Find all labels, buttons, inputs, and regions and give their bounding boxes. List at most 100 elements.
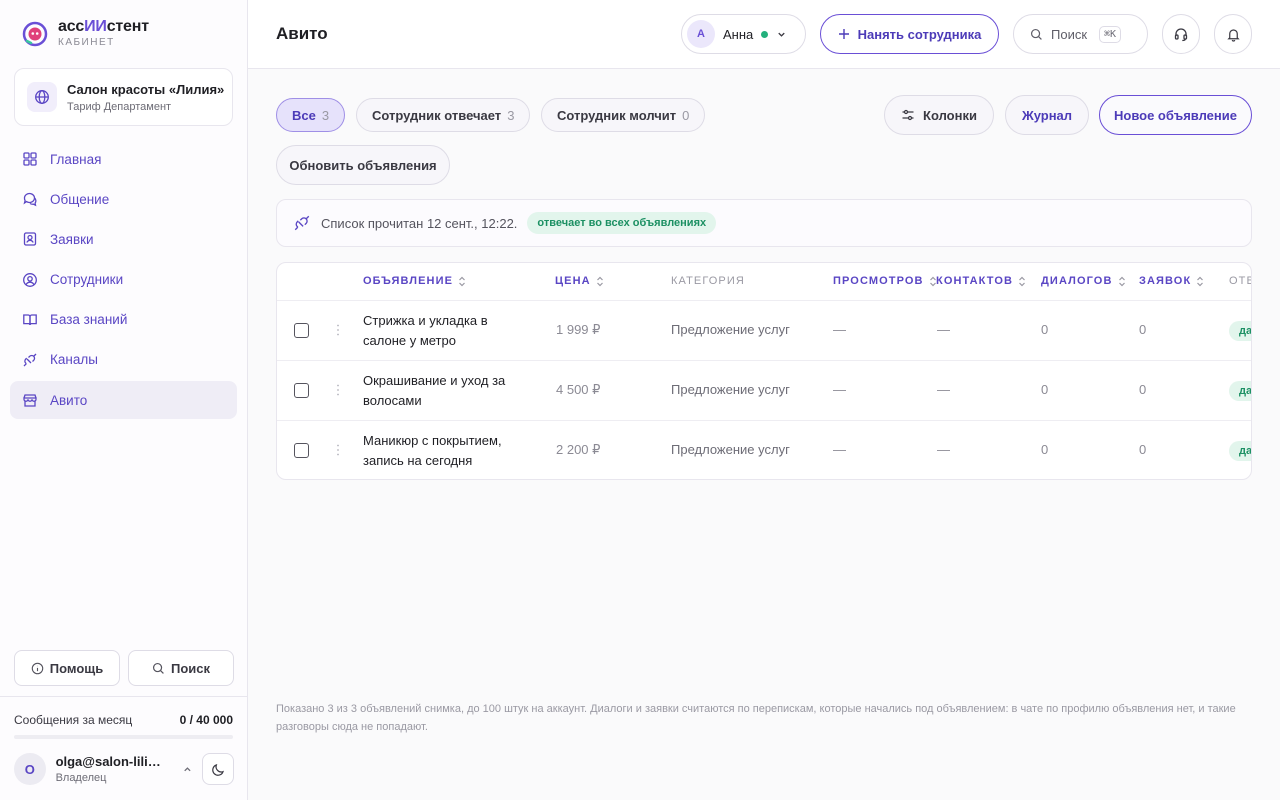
ad-category: Предложение услуг (671, 442, 790, 457)
table-row[interactable]: Стрижка и укладка в салоне у метро 1 999… (277, 301, 1251, 361)
ad-price: 1 999 ₽ (556, 322, 601, 337)
sidebar-item-label: База знаний (50, 312, 128, 328)
chevron-down-icon (778, 32, 785, 37)
table-header: ОБЪЯВЛЕНИЕ ЦЕНА КАТЕГОРИЯ ПРОСМОТРОВ КОН… (277, 263, 1251, 301)
quota-label: Сообщения за месяц (14, 713, 133, 727)
filter-all[interactable]: Все 3 (276, 98, 346, 132)
ad-dialogs: 0 (1041, 322, 1049, 337)
column-contacts-header[interactable]: КОНТАКТОВ (936, 275, 1026, 287)
reply-badge: да (1229, 441, 1251, 461)
sort-icon (459, 276, 465, 286)
requests-icon (23, 232, 37, 247)
row-checkbox[interactable] (294, 443, 309, 458)
support-button[interactable] (1162, 14, 1200, 54)
row-checkbox[interactable] (294, 323, 309, 338)
sidebar-item-chat[interactable]: Общение (10, 180, 237, 218)
sidebar-item-label: Общение (50, 191, 110, 207)
ad-dialogs: 0 (1041, 442, 1049, 457)
sidebar-item-avito[interactable]: Авито (10, 381, 237, 420)
journal-button[interactable]: Журнал (1005, 95, 1089, 135)
brand[interactable]: ассИИстент КАБИНЕТ (22, 18, 149, 49)
sidebar-search-button[interactable]: Поиск (128, 650, 234, 686)
info-icon (31, 662, 44, 674)
columns-button[interactable]: Колонки (884, 95, 994, 135)
new-ad-button[interactable]: Новое объявление (1099, 95, 1252, 135)
quota-value: 0 / 40 000 (179, 713, 233, 727)
drag-handle-icon[interactable] (336, 383, 340, 397)
column-dialogs-header[interactable]: ДИАЛОГОВ (1041, 275, 1126, 287)
ad-contacts: — (937, 382, 950, 397)
employee-avatar: А (687, 20, 715, 48)
drag-handle-icon[interactable] (336, 443, 340, 457)
sync-status-text: Список прочитан 12 сент., 12:22. (321, 215, 518, 231)
online-status-dot (761, 30, 769, 38)
column-title-header[interactable]: ОБЪЯВЛЕНИЕ (363, 275, 466, 287)
ad-title[interactable]: Маникюр с покрытием, запись на сегодня (363, 431, 523, 471)
sort-icon (1197, 276, 1204, 286)
theme-toggle-button[interactable] (202, 753, 234, 785)
filter-employee-silent[interactable]: Сотрудник молчит 0 (541, 98, 706, 132)
sidebar-item-label: Каналы (50, 352, 98, 368)
message-quota: Сообщения за месяц 0 / 40 000 (0, 696, 247, 739)
sort-icon (1118, 276, 1125, 286)
ad-dialogs: 0 (1041, 382, 1049, 397)
search-icon (152, 662, 164, 674)
book-icon (23, 314, 37, 325)
column-reply-header: ОТВЕЧАЕТ (1229, 275, 1251, 287)
sidebar-item-requests[interactable]: Заявки (10, 220, 237, 258)
table-footnote: Показано 3 из 3 объявлений снимка, до 10… (276, 703, 1236, 733)
ad-requests: 0 (1139, 322, 1147, 337)
column-views-header[interactable]: ПРОСМОТРОВ (833, 275, 937, 287)
refresh-ads-button[interactable]: Обновить объявления (276, 145, 450, 185)
bell-icon (1226, 28, 1240, 42)
table-row[interactable]: Окрашивание и уход за волосами 4 500 ₽ П… (277, 361, 1251, 421)
status-badge: отвечает во всех объявлениях (527, 212, 717, 234)
search-icon (1030, 28, 1042, 40)
column-price-header[interactable]: ЦЕНА (555, 275, 604, 287)
column-requests-header[interactable]: ЗАЯВОК (1139, 275, 1204, 287)
sidebar-item-label: Главная (50, 151, 102, 167)
ad-views: — (833, 442, 846, 457)
employee-selector[interactable]: А Анна (681, 14, 806, 54)
hire-employee-button[interactable]: Нанять сотрудника (820, 14, 999, 54)
ad-contacts: — (937, 442, 950, 457)
row-checkbox[interactable] (294, 383, 309, 398)
org-switcher[interactable]: Салон красоты «Лилия» Тариф Департамент (14, 68, 233, 126)
ad-title[interactable]: Стрижка и укладка в салоне у метро (363, 311, 523, 351)
ad-price: 2 200 ₽ (556, 442, 601, 457)
globe-icon (27, 82, 57, 112)
reply-badge: да (1229, 381, 1251, 401)
brand-subtitle: КАБИНЕТ (58, 37, 115, 48)
sidebar-nav: Главная Общение Заявки Сотрудники База з… (10, 140, 237, 421)
drag-handle-icon[interactable] (336, 323, 340, 337)
sidebar-item-home[interactable]: Главная (10, 140, 237, 178)
filter-employee-replies[interactable]: Сотрудник отвечает 3 (356, 98, 531, 132)
chevron-up-icon[interactable] (182, 764, 193, 775)
ad-views: — (833, 382, 846, 397)
sidebar-item-knowledge-base[interactable]: База знаний (10, 301, 237, 339)
brand-name: ассИИстент (58, 18, 149, 35)
sidebar-item-label: Заявки (50, 231, 94, 247)
plug-icon (23, 353, 37, 367)
global-search-button[interactable]: Поиск ⌘K (1013, 14, 1148, 54)
notifications-button[interactable] (1214, 14, 1252, 54)
sync-status-bar: Список прочитан 12 сент., 12:22. отвечае… (276, 199, 1252, 247)
user-menu[interactable]: O olga@salon-liliya.ru Владелец (14, 752, 234, 786)
table-row[interactable]: Маникюр с покрытием, запись на сегодня 2… (277, 421, 1251, 479)
sidebar-item-label: Сотрудники (50, 272, 124, 288)
ad-category: Предложение услуг (671, 382, 790, 397)
org-title: Салон красоты «Лилия» (67, 81, 225, 97)
help-button[interactable]: Помощь (14, 650, 120, 686)
ad-requests: 0 (1139, 382, 1147, 397)
headset-icon (1174, 28, 1188, 42)
chat-icon (23, 193, 37, 207)
reply-badge: да (1229, 321, 1251, 341)
ad-title[interactable]: Окрашивание и уход за волосами (363, 371, 523, 411)
plus-icon (838, 29, 849, 39)
grid-icon (23, 152, 37, 166)
brand-logo-icon (22, 21, 48, 46)
sidebar-item-channels[interactable]: Каналы (10, 341, 237, 379)
top-header: Авито А Анна Нанять сотрудника Поиск ⌘K (248, 0, 1280, 69)
sidebar-item-label: Авито (50, 392, 88, 408)
sidebar-item-employees[interactable]: Сотрудники (10, 261, 237, 299)
